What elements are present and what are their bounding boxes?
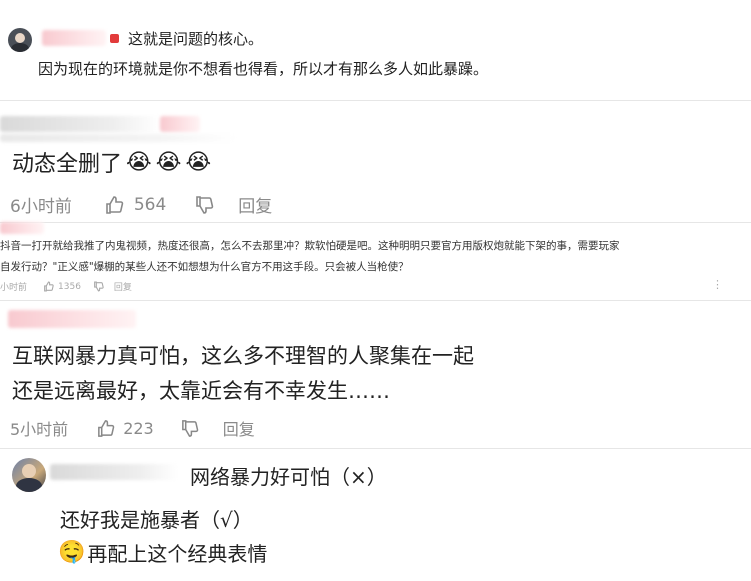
top-like-count: 1000 (96, 0, 129, 3)
dislike-button[interactable] (194, 195, 214, 215)
divider (0, 100, 751, 101)
blurred-username (8, 310, 136, 328)
comment2-text: 动态全删了 (12, 152, 123, 177)
avatar[interactable] (8, 28, 32, 52)
dislike-button[interactable] (93, 281, 104, 292)
thumbs-up-icon (106, 195, 124, 214)
user-badge-icon (110, 34, 119, 43)
blurred-line (0, 134, 236, 142)
comment2-text-row: 动态全删了 😭 😭 😭 (12, 146, 211, 178)
comment3-line1: 抖音一打开就给我推了内鬼视频，热度还很高，怎么不去那里冲？欺软怕硬是吧。这种明明… (0, 240, 620, 252)
comment5-line2-row: 🤤 再配上这个经典表情 (58, 538, 267, 567)
drooling-emoji-icon: 🤤 (58, 540, 86, 565)
crying-emoji-icon: 😭 (126, 149, 152, 175)
divider (0, 300, 751, 301)
reply-button[interactable]: 回复 (114, 280, 132, 293)
divider (0, 448, 751, 449)
blurred-username (0, 222, 44, 234)
comment2-meta: 6小时前 564 回复 (10, 192, 272, 218)
comment4-meta: 5小时前 223 回复 (10, 416, 255, 440)
like-button[interactable]: 564 (104, 195, 166, 215)
like-count: 564 (133, 194, 167, 215)
comment5-heading: 网络暴力好可怕（×） (190, 465, 387, 489)
divider (0, 222, 751, 223)
timestamp: 6小时前 (10, 197, 72, 217)
avatar[interactable] (12, 458, 46, 492)
reply-button[interactable]: 回复 (238, 192, 272, 217)
blurred-username-tail (160, 116, 200, 132)
thumbs-down-icon (196, 195, 214, 214)
thumbs-down-icon (94, 281, 104, 292)
like-button[interactable]: 223 (96, 419, 154, 438)
comment4-line2: 还是远离最好，太靠近会有不幸发生…… (12, 379, 390, 403)
comment1-top-meta: 1000 (96, 0, 129, 3)
like-count: 223 (123, 418, 154, 438)
crying-emoji-icon: 😭 (185, 149, 212, 175)
timestamp: 小时前 (0, 283, 28, 293)
comment4-line1: 互联网暴力真可怕，这么多不理智的人聚集在一起 (12, 344, 474, 368)
like-count: 1356 (58, 281, 81, 292)
comment5-line1: 还好我是施暴者（√） (60, 508, 253, 532)
reply-button[interactable]: 回复 (223, 416, 255, 440)
comment1-reply-text: 这就是问题的核心。 (128, 30, 264, 48)
comment5-line2: 再配上这个经典表情 (87, 542, 268, 566)
blurred-username (50, 464, 178, 480)
thumbs-up-icon (44, 281, 54, 292)
dislike-button[interactable] (180, 419, 199, 438)
thumbs-up-icon (98, 419, 115, 437)
thumbs-down-icon (181, 419, 199, 437)
timestamp: 5小时前 (10, 420, 69, 439)
blurred-username (42, 30, 106, 46)
blurred-username (0, 116, 160, 132)
like-button[interactable]: 1356 (43, 281, 81, 292)
comment3-meta: 小时前 1356 回复 (0, 280, 132, 294)
more-options-icon[interactable]: ⋮ (712, 278, 723, 291)
comment3-line2: 自发行动？"正义感"爆棚的某些人还不如想想为什么官方不用这手段。只会被人当枪使？ (0, 261, 409, 273)
comment1-body: 因为现在的环境就是你不想看也得看，所以才有那么多人如此暴躁。 (38, 60, 489, 78)
crying-emoji-icon: 😭 (155, 149, 182, 175)
